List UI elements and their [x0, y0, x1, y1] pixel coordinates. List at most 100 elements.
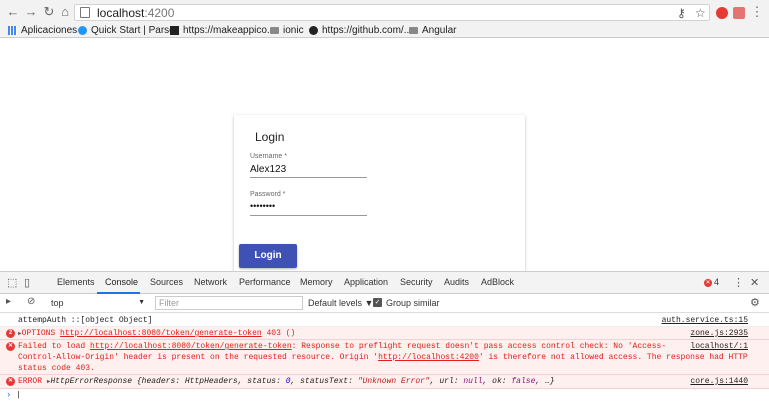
bookmarks-bar: Aplicaciones Quick Start | Parse https:/…: [0, 23, 769, 39]
context-value: top: [51, 298, 64, 308]
error-url-link[interactable]: http://localhost:8080/token/generate-tok…: [60, 329, 262, 338]
group-similar-checkbox[interactable]: ✓: [373, 298, 382, 307]
tab-security[interactable]: Security: [400, 277, 433, 287]
console-prompt-row[interactable]: › |: [0, 389, 769, 401]
clear-console-icon[interactable]: ⊘: [27, 296, 35, 307]
source-link[interactable]: zone.js:2935: [690, 328, 748, 339]
username-underline: [250, 177, 367, 178]
source-link[interactable]: core.js:1440: [690, 376, 748, 387]
inspect-element-icon[interactable]: ⬚: [7, 276, 17, 289]
browser-chrome: ← → ↻ ⌂ localhost:4200 ⚷ ☆ ⋮ Aplicacione…: [0, 0, 769, 38]
error-icon: ✕: [6, 342, 15, 351]
obj-text: , …}: [535, 377, 555, 386]
bookmark-aplicaciones[interactable]: Aplicaciones: [8, 25, 77, 36]
password-label: Password *: [250, 191, 286, 198]
log-message: attempAuth ::[object Object]: [18, 316, 153, 325]
repeat-count-badge: 2: [6, 329, 15, 338]
filter-input[interactable]: Filter: [155, 296, 303, 310]
device-toolbar-icon[interactable]: ▯: [24, 276, 30, 289]
tab-sources[interactable]: Sources: [150, 277, 183, 287]
login-title: Login: [255, 130, 285, 144]
tab-audits[interactable]: Audits: [444, 277, 469, 287]
key-icon[interactable]: ⚷: [677, 6, 686, 20]
sidebar-toggle-icon[interactable]: ▸: [6, 296, 11, 307]
devtools-menu-icon[interactable]: ⋮: [733, 276, 744, 289]
bookmark-label: Angular: [422, 25, 457, 36]
folder-icon: [409, 27, 418, 34]
dropdown-arrow-icon: ▼: [138, 299, 145, 306]
obj-text: , statusText:: [290, 377, 358, 386]
url-port: :4200: [144, 6, 175, 20]
error-count: 4: [714, 277, 720, 287]
reload-icon[interactable]: ↻: [42, 5, 56, 19]
msg-text: Control-Allow-Origin' header is present …: [18, 353, 379, 362]
tab-network[interactable]: Network: [194, 277, 227, 287]
status-text-value: "Unknown Error": [357, 377, 430, 386]
obj-text: HttpErrorResponse {headers: HttpHeaders,…: [50, 377, 286, 386]
error-message: ERROR ▶HttpErrorResponse {headers: HttpH…: [18, 376, 555, 387]
username-field[interactable]: Alex123: [250, 164, 286, 175]
url-value: null: [463, 377, 483, 386]
settings-gear-icon[interactable]: ⚙: [750, 296, 760, 309]
error-message: ▶OPTIONS http://localhost:8080/token/gen…: [18, 328, 295, 339]
page-info-icon[interactable]: [80, 7, 90, 18]
parse-icon: [78, 26, 87, 35]
error-counter[interactable]: ✕ 4: [704, 277, 719, 287]
error-url-link[interactable]: http://localhost:8080/token/generate-tok…: [90, 342, 292, 351]
error-icon: ✕: [704, 278, 712, 287]
prompt-chevron-icon: ›: [6, 390, 12, 400]
source-link[interactable]: auth.service.ts:15: [662, 315, 748, 326]
bookmark-ionic[interactable]: ionic: [270, 25, 304, 36]
bookmark-makeappicon[interactable]: https://makeappico...: [170, 25, 275, 36]
forward-arrow-icon[interactable]: →: [24, 5, 38, 19]
bookmark-label: https://makeappico...: [183, 25, 276, 36]
url-text: localhost:4200: [97, 6, 174, 20]
context-selector[interactable]: top ▼: [51, 296, 149, 310]
bookmark-label: ionic: [283, 25, 304, 36]
error-prefix: OPTIONS: [21, 329, 61, 338]
tab-performance[interactable]: Performance: [239, 277, 291, 287]
console-input-caret[interactable]: |: [16, 390, 21, 401]
error-suffix: 403 (): [261, 329, 296, 338]
bookmark-site-icon: [170, 26, 179, 35]
url-host: localhost: [97, 6, 145, 20]
source-link[interactable]: localhost/:1: [690, 341, 748, 352]
password-underline: [250, 215, 367, 216]
password-field[interactable]: ••••••••: [250, 201, 275, 211]
console-toolbar: ▸ ⊘ top ▼ Filter Default levels ▼ ✓ Group…: [0, 294, 769, 313]
bookmark-label: Quick Start | Parse: [91, 25, 175, 36]
back-arrow-icon[interactable]: ←: [6, 5, 20, 19]
extension-icon[interactable]: [733, 7, 745, 19]
obj-text: , url:: [429, 377, 464, 386]
tab-adblock[interactable]: AdBlock: [481, 277, 514, 287]
home-icon[interactable]: ⌂: [58, 5, 72, 19]
login-button[interactable]: Login: [239, 244, 297, 268]
tab-console[interactable]: Console: [105, 277, 138, 287]
bookmark-parse[interactable]: Quick Start | Parse: [78, 25, 175, 36]
bookmark-angular[interactable]: Angular: [409, 25, 456, 36]
error-message-line3: status code 403.: [18, 364, 95, 373]
star-icon[interactable]: ☆: [695, 6, 706, 20]
tab-application[interactable]: Application: [344, 277, 388, 287]
console-log-row: attempAuth ::[object Object] auth.servic…: [0, 314, 769, 327]
opera-extension-icon[interactable]: [716, 7, 728, 19]
menu-kebab-icon[interactable]: ⋮: [750, 5, 764, 19]
console-error-row: ✕ Failed to load http://localhost:8080/t…: [0, 340, 769, 375]
bookmark-label: Aplicaciones: [21, 25, 78, 36]
folder-icon: [270, 27, 279, 34]
origin-url-link[interactable]: http://localhost:4200: [378, 353, 479, 362]
msg-text: : Response to preflight request doesn't …: [291, 342, 667, 351]
toolbar: ← → ↻ ⌂ localhost:4200 ⚷ ☆ ⋮: [0, 2, 769, 22]
levels-dropdown[interactable]: Default levels ▼: [308, 298, 373, 308]
error-message-line1: Failed to load http://localhost:8080/tok…: [18, 341, 666, 352]
address-bar[interactable]: localhost:4200 ⚷ ☆: [74, 4, 710, 21]
bookmark-label: https://github.com/...: [322, 25, 413, 36]
console-error-row: 2 ▶OPTIONS http://localhost:8080/token/g…: [0, 327, 769, 340]
devtools-panel: ⬚ ▯ Elements Console Sources Network Per…: [0, 271, 769, 406]
tab-elements[interactable]: Elements: [57, 277, 95, 287]
bookmark-github[interactable]: https://github.com/...: [309, 25, 412, 36]
close-devtools-icon[interactable]: ✕: [750, 276, 759, 289]
console-messages: attempAuth ::[object Object] auth.servic…: [0, 314, 769, 401]
tab-memory[interactable]: Memory: [300, 277, 333, 287]
msg-text: ERROR: [18, 377, 47, 386]
